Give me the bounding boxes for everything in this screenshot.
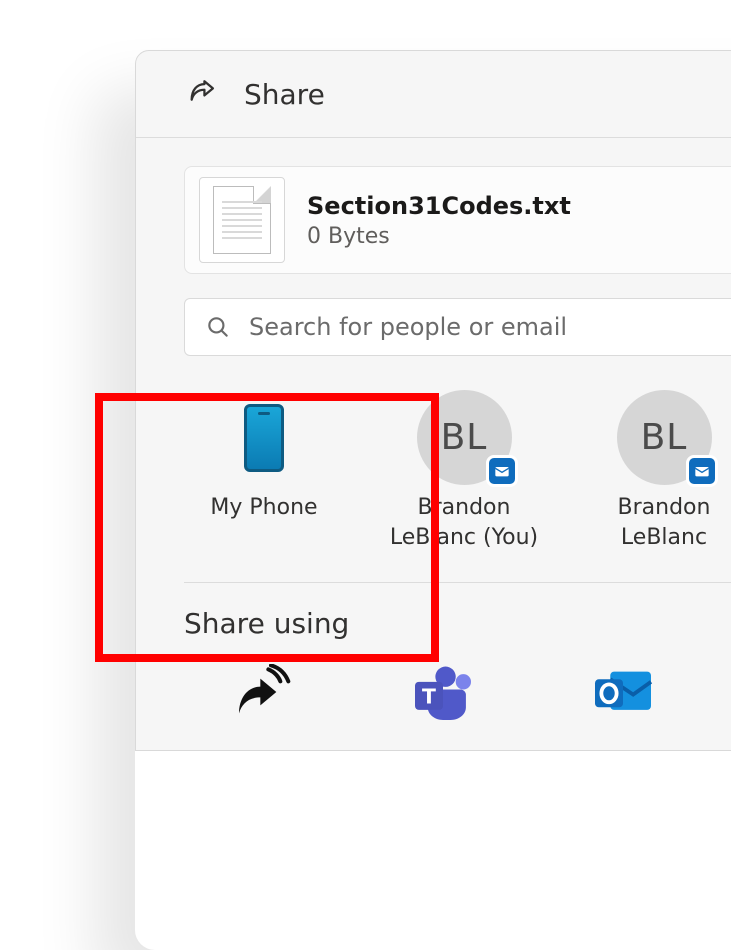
share-dialog: Share Section31Codes.txt 0 Bytes: [135, 50, 731, 751]
outlook-icon: [591, 664, 655, 720]
outlook-badge-icon: [486, 455, 518, 487]
share-icon: [186, 77, 220, 111]
share-using-title: Share using: [184, 583, 731, 658]
app-teams[interactable]: T: [388, 664, 498, 720]
share-apps: T: [184, 658, 731, 750]
avatar: BL: [617, 390, 712, 485]
avatar: BL: [417, 390, 512, 485]
dialog-title: Share: [244, 78, 325, 111]
target-label: Brandon LeBlanc (You): [384, 493, 544, 552]
file-card[interactable]: Section31Codes.txt 0 Bytes: [184, 166, 731, 274]
file-type-icon: [199, 177, 285, 263]
search-icon: [205, 314, 231, 340]
phone-icon: [217, 390, 312, 485]
svg-text:T: T: [422, 685, 436, 709]
dialog-header: Share: [136, 51, 731, 138]
target-label: Brandon LeBlanc: [584, 493, 731, 552]
target-my-phone[interactable]: My Phone: [184, 390, 344, 552]
teams-icon: T: [411, 664, 475, 720]
search-input[interactable]: [249, 313, 731, 341]
app-outlook[interactable]: [568, 664, 678, 720]
nearby-share-icon: [231, 664, 295, 720]
share-targets: My Phone BL Brandon LeBlanc (You) BL: [184, 356, 731, 583]
app-nearby-sharing[interactable]: [208, 664, 318, 720]
dialog-body: Section31Codes.txt 0 Bytes My Phone: [136, 138, 731, 750]
file-name: Section31Codes.txt: [307, 192, 571, 220]
file-size: 0 Bytes: [307, 224, 571, 249]
target-person-2[interactable]: BL Brandon LeBlanc: [584, 390, 731, 552]
avatar-initials: BL: [441, 417, 488, 458]
file-meta: Section31Codes.txt 0 Bytes: [307, 192, 571, 249]
search-row[interactable]: [184, 298, 731, 356]
outlook-badge-icon: [686, 455, 718, 487]
target-label: My Phone: [210, 493, 317, 523]
target-person-you[interactable]: BL Brandon LeBlanc (You): [384, 390, 544, 552]
avatar-initials: BL: [641, 417, 688, 458]
